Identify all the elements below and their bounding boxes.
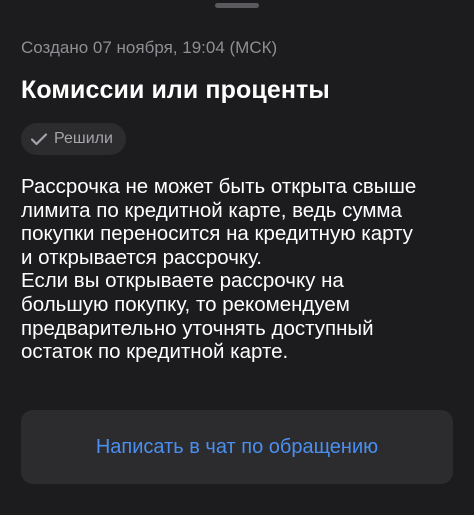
status-label: Решили: [54, 130, 113, 147]
message-line: Если вы открываете рассрочку на: [21, 269, 344, 293]
message-line: лимита по кредитной карте, ведь сумма: [21, 198, 402, 222]
message-text: Рассрочка не может быть открыта свыше ли…: [21, 175, 461, 364]
ticket-title: Комиссии или проценты: [21, 76, 330, 104]
status-badge: Решили: [21, 123, 126, 155]
write-to-chat-label: Написать в чат по обращению: [95, 435, 379, 458]
write-to-chat-button[interactable]: Написать в чат по обращению: [21, 410, 453, 484]
message-line: и открывается рассрочку.: [21, 245, 263, 269]
message-line: большую покупку, то рекомендуем: [21, 292, 350, 316]
message-line: предварительно уточнять доступный: [21, 316, 374, 340]
checkmark-icon: [30, 132, 48, 146]
message-line: Рассрочка не может быть открыта свыше: [21, 175, 417, 198]
message-line: покупки переносится на кредитную карту: [21, 222, 413, 246]
created-timestamp: Создано 07 ноября, 19:04 (МСК): [21, 38, 278, 57]
sheet-drag-handle[interactable]: [215, 3, 259, 8]
ticket-detail-sheet: Создано 07 ноября, 19:04 (МСК) Комиссии …: [0, 0, 474, 515]
message-line: остаток по кредитной карте.: [21, 340, 289, 364]
